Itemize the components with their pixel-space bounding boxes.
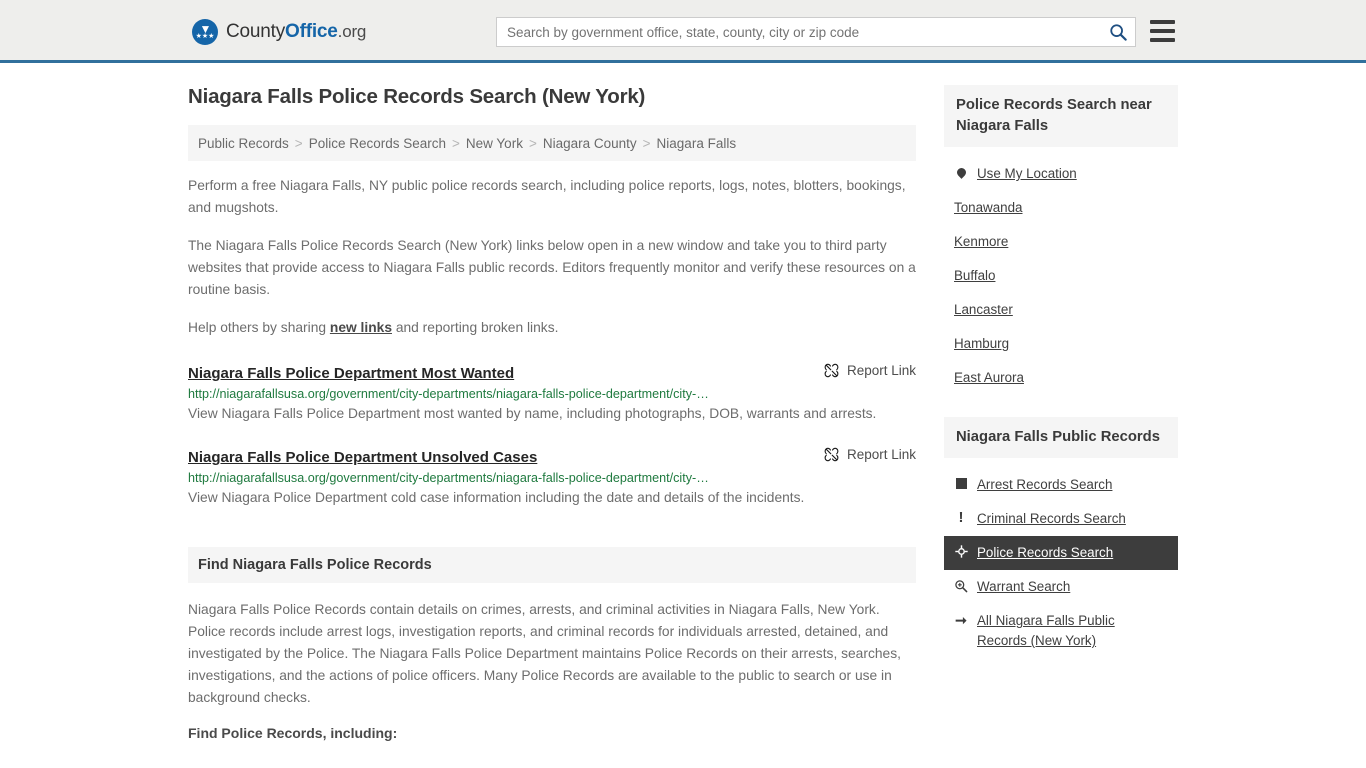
sidebar-item-all-public-records[interactable]: ➞ All Niagara Falls Public Records (New … <box>944 604 1178 658</box>
share-text-after: and reporting broken links. <box>392 320 559 335</box>
menu-button[interactable] <box>1150 20 1175 42</box>
breadcrumb: Public Records > Police Records Search >… <box>188 125 916 161</box>
breadcrumb-separator: > <box>642 135 651 151</box>
brand-part-county: County <box>226 21 286 42</box>
arrow-right-icon: ➞ <box>955 611 967 628</box>
sidebar-item-east-aurora[interactable]: East Aurora <box>944 361 1178 395</box>
target-icon <box>954 543 968 560</box>
intro-paragraph-3: Help others by sharing new links and rep… <box>188 317 916 339</box>
result-url: http://niagarafallsusa.org/government/ci… <box>188 471 709 485</box>
brand-part-tld: .org <box>337 22 367 41</box>
result-description: View Niagara Falls Police Department mos… <box>188 406 877 421</box>
panel-heading: Niagara Falls Public Records <box>944 417 1178 458</box>
search-input[interactable] <box>497 18 1101 46</box>
panel-heading: Police Records Search near Niagara Falls <box>944 85 1178 147</box>
result-item: Niagara Falls Police Department Most Wan… <box>188 363 916 425</box>
new-links-link[interactable]: new links <box>330 320 392 335</box>
sidebar-item-label[interactable]: Hamburg <box>954 334 1009 354</box>
brand-wordmark: CountyOffice.org <box>226 21 366 43</box>
result-title-link[interactable]: Niagara Falls Police Department Unsolved… <box>188 449 537 466</box>
main-content: Niagara Falls Police Records Search (New… <box>188 85 916 741</box>
map-pin-icon <box>954 164 968 181</box>
search-icon <box>1110 24 1127 41</box>
broken-link-icon <box>824 363 839 378</box>
breadcrumb-separator: > <box>294 135 303 151</box>
sidebar-item-label[interactable]: Tonawanda <box>954 198 1023 218</box>
report-link-label: Report Link <box>846 363 916 378</box>
square-icon <box>954 475 968 492</box>
sidebar-item-warrant-search[interactable]: Warrant Search <box>944 570 1178 604</box>
result-title-link[interactable]: Niagara Falls Police Department Most Wan… <box>188 365 514 382</box>
find-records-body: Niagara Falls Police Records contain det… <box>188 602 901 705</box>
broken-link-icon <box>824 447 839 462</box>
page-body: Niagara Falls Police Records Search (New… <box>0 63 1366 741</box>
county-office-eagle-icon: ▼ ★★★ <box>192 19 218 45</box>
sidebar-item-use-my-location[interactable]: Use My Location <box>944 157 1178 191</box>
panel-list: Use My Location Tonawanda Kenmore Buffal… <box>944 147 1178 395</box>
sidebar-item-criminal-records-search[interactable]: ! Criminal Records Search <box>944 502 1178 536</box>
sidebar-item-label[interactable]: All Niagara Falls Public Records (New Yo… <box>977 611 1168 651</box>
find-records-subheading: Find Police Records, including: <box>188 725 398 741</box>
breadcrumb-item-1[interactable]: Police Records Search <box>309 136 446 151</box>
breadcrumb-item-4[interactable]: Niagara Falls <box>657 136 737 151</box>
sidebar-item-label[interactable]: East Aurora <box>954 368 1024 388</box>
result-header: Niagara Falls Police Department Most Wan… <box>188 363 916 382</box>
sidebar-item-lancaster[interactable]: Lancaster <box>944 293 1178 327</box>
sidebar-item-police-records-search[interactable]: Police Records Search <box>944 536 1178 570</box>
report-link-button[interactable]: Report Link <box>824 447 916 462</box>
hamburger-bar-1 <box>1150 20 1175 24</box>
share-text-before: Help others by sharing <box>188 320 330 335</box>
sidebar-item-label[interactable]: Arrest Records Search <box>977 475 1112 495</box>
intro-paragraph-1: Perform a free Niagara Falls, NY public … <box>188 178 906 215</box>
result-description: View Niagara Police Department cold case… <box>188 490 805 505</box>
breadcrumb-separator: > <box>452 135 460 151</box>
sidebar-item-kenmore[interactable]: Kenmore <box>944 225 1178 259</box>
sidebar-item-label[interactable]: Buffalo <box>954 266 995 286</box>
panel-list: Arrest Records Search ! Criminal Records… <box>944 458 1178 658</box>
breadcrumb-item-3[interactable]: Niagara County <box>543 136 637 151</box>
sidebar-item-label[interactable]: Use My Location <box>977 164 1077 184</box>
site-header: ▼ ★★★ CountyOffice.org <box>0 0 1366 63</box>
find-records-heading: Find Niagara Falls Police Records <box>188 547 916 583</box>
panel-police-records-near: Police Records Search near Niagara Falls… <box>944 85 1178 395</box>
breadcrumb-separator: > <box>528 135 537 151</box>
breadcrumb-item-0[interactable]: Public Records <box>198 136 289 151</box>
sidebar-item-tonawanda[interactable]: Tonawanda <box>944 191 1178 225</box>
sidebar: Police Records Search near Niagara Falls… <box>944 85 1178 741</box>
result-header: Niagara Falls Police Department Unsolved… <box>188 447 916 466</box>
page-title: Niagara Falls Police Records Search (New… <box>188 85 646 108</box>
search-button[interactable] <box>1101 18 1135 46</box>
report-link-label: Report Link <box>846 447 916 462</box>
sidebar-item-label[interactable]: Warrant Search <box>977 577 1070 597</box>
exclamation-icon: ! <box>958 508 964 526</box>
sidebar-item-label[interactable]: Criminal Records Search <box>977 509 1126 529</box>
sidebar-item-label[interactable]: Lancaster <box>954 300 1013 320</box>
search-bar <box>496 17 1136 47</box>
sidebar-item-buffalo[interactable]: Buffalo <box>944 259 1178 293</box>
hamburger-bar-3 <box>1150 38 1175 42</box>
result-item: Niagara Falls Police Department Unsolved… <box>188 447 916 509</box>
sidebar-item-label[interactable]: Police Records Search <box>977 543 1113 563</box>
intro-paragraph-2: The Niagara Falls Police Records Search … <box>188 238 916 297</box>
result-url: http://niagarafallsusa.org/government/ci… <box>188 387 709 401</box>
sidebar-item-arrest-records-search[interactable]: Arrest Records Search <box>944 468 1178 502</box>
breadcrumb-item-2[interactable]: New York <box>466 136 523 151</box>
site-logo[interactable]: ▼ ★★★ CountyOffice.org <box>192 19 366 45</box>
panel-public-records: Niagara Falls Public Records Arrest Reco… <box>944 417 1178 658</box>
report-link-button[interactable]: Report Link <box>824 363 916 378</box>
hamburger-bar-2 <box>1150 29 1175 33</box>
sidebar-item-hamburg[interactable]: Hamburg <box>944 327 1178 361</box>
brand-part-office: Office <box>285 21 338 42</box>
sidebar-item-label[interactable]: Kenmore <box>954 232 1008 252</box>
zoom-in-icon <box>954 577 968 594</box>
